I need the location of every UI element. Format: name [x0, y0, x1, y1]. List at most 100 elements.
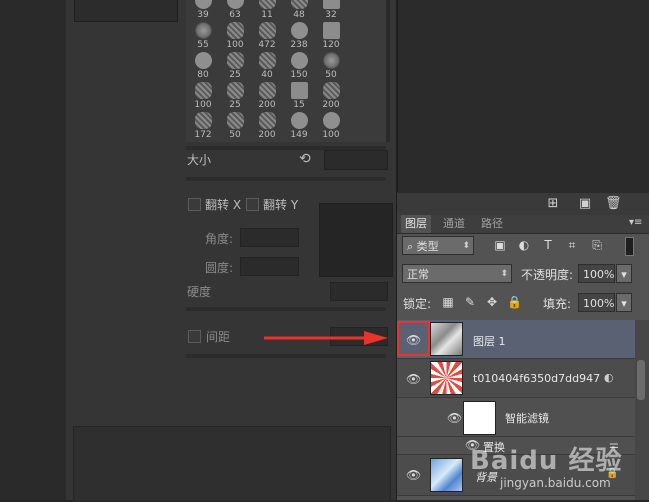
brush-tip[interactable]: 172 [187, 112, 219, 142]
brush-tip-shape-icon [291, 52, 308, 69]
brush-tip-shape-icon [259, 22, 276, 39]
filter-type-icon[interactable]: T [541, 238, 555, 252]
trash-icon[interactable]: 🗑 [605, 196, 622, 212]
brush-tip-size: 100 [322, 130, 340, 140]
brush-tip-size: 200 [322, 100, 340, 110]
filter-shape-icon[interactable]: ⌗ [565, 238, 579, 252]
brush-tip-shape-icon [227, 112, 244, 129]
brush-tip-shape-icon [259, 82, 276, 99]
new-layer-comp-icon[interactable]: ⊞ [545, 196, 561, 212]
filter-smart-object-icon[interactable]: ⎘ [590, 238, 604, 252]
brush-tip-size: 120 [322, 40, 340, 50]
camera-icon[interactable]: ▣ [577, 196, 593, 212]
hardness-slider[interactable] [186, 307, 386, 311]
brush-tip-shape-icon [259, 0, 276, 9]
brush-tip-size: 100 [194, 100, 212, 110]
opacity-label: 不透明度: [521, 268, 574, 282]
annotation-arrow-icon [264, 331, 388, 345]
filter-kind-dropdown[interactable]: ⌕ 类型 ⬍ [402, 236, 474, 255]
blend-mode-dropdown[interactable]: 正常 ⬍ [402, 264, 512, 283]
brush-tip-size: 50 [325, 70, 337, 80]
brush-preview-box [74, 0, 178, 22]
brush-tip[interactable]: 100 [315, 112, 347, 142]
flip-x-checkbox[interactable] [188, 198, 201, 211]
brush-tip-size: 50 [229, 130, 241, 140]
brush-tip-shape-icon [227, 52, 244, 69]
visibility-eye-icon[interactable]: 👁 [406, 372, 421, 386]
brush-tip-size: 15 [293, 100, 305, 110]
brush-tip-shape-icon [195, 82, 212, 99]
filter-toggle-switch[interactable] [625, 237, 634, 256]
brush-tip[interactable]: 50 [219, 112, 251, 142]
lock-all-icon[interactable]: 🔒 [507, 295, 522, 309]
search-icon: ⌕ [407, 240, 417, 253]
brush-tip-shape-icon [195, 0, 212, 9]
layer-row-smart-object[interactable]: 👁 t010404f6350d7dd947 ◐ [397, 359, 635, 398]
panel-footer-toolbar: ⊞ ▣ 🗑 [397, 193, 649, 215]
opacity-dropdown-button[interactable]: ▾ [616, 264, 632, 283]
chevron-down-icon: ▾ [621, 268, 627, 281]
canvas-edge [0, 0, 67, 500]
brush-tip-shape-icon [323, 22, 340, 39]
filter-kind-value: 类型 [416, 240, 439, 253]
filter-mask-thumbnail [463, 401, 496, 435]
layer-row-smart-filters[interactable]: 👁 智能滤镜 [397, 398, 635, 437]
tab-paths[interactable]: 路径 [477, 215, 507, 233]
panel-menu-icon[interactable]: ▾≡ [629, 217, 642, 228]
lock-transparent-icon[interactable]: ▦ [441, 295, 455, 309]
filter-adjustment-icon[interactable]: ◐ [517, 238, 531, 252]
brush-tip-shape-icon [323, 112, 340, 129]
brush-tip-shape-icon [195, 52, 212, 69]
brush-tip[interactable]: 200 [251, 112, 283, 142]
watermark-url: jingyan.baidu.com [500, 476, 611, 490]
lock-image-icon[interactable]: ✎ [463, 295, 477, 309]
brush-tip[interactable]: 149 [283, 112, 315, 142]
brush-tip-size: 40 [261, 70, 273, 80]
flip-x-label: 翻转 X [205, 198, 242, 212]
reset-size-icon[interactable]: ⟲ [299, 151, 311, 167]
size-field[interactable] [324, 150, 388, 170]
layer-name: t010404f6350d7dd947 [473, 372, 601, 385]
visibility-eye-icon[interactable]: 👁 [447, 411, 462, 425]
filter-pixel-icon[interactable]: ▣ [493, 238, 507, 252]
opacity-field[interactable]: 100% [578, 264, 615, 283]
hardness-field[interactable] [330, 282, 388, 301]
annotation-highlight-box [397, 321, 430, 356]
layer-thumbnail [430, 322, 463, 356]
flip-y-label: 翻转 Y [263, 198, 299, 212]
brush-tip-shape-icon [291, 0, 308, 9]
roundness-label: 圆度: [205, 261, 234, 275]
brush-tip-size: 149 [290, 130, 308, 140]
brush-settings-panel: 39 63 11 48 32 55 100 472 238 120 80 25 40 150 50 100 25… [66, 0, 397, 502]
brush-tip-shape-icon [323, 82, 340, 99]
visibility-eye-icon[interactable]: 👁 [406, 468, 421, 482]
lock-position-icon[interactable]: ✥ [485, 295, 499, 309]
layer-thumbnail [430, 458, 463, 492]
fill-dropdown-button[interactable]: ▾ [616, 293, 632, 312]
brush-tip-size: 172 [194, 130, 212, 140]
spacing-slider[interactable] [186, 354, 386, 358]
brush-tip-shape-icon [227, 22, 244, 39]
layer-row-layer1[interactable]: 👁 图层 1 [397, 320, 635, 359]
tab-channels[interactable]: 通道 [439, 215, 469, 233]
brush-angle-preview[interactable] [319, 203, 393, 277]
layer-name: 图层 1 [473, 335, 506, 348]
brush-tip-size: 150 [290, 70, 308, 80]
scrollbar-thumb[interactable] [637, 360, 645, 400]
fill-field[interactable]: 100% [578, 293, 615, 312]
tab-layers[interactable]: 图层 [401, 215, 431, 233]
brush-tip-grid[interactable]: 39 63 11 48 32 55 100 472 238 120 80 25 40 150 50 100 25… [186, 0, 390, 142]
brush-tip-shape-icon [227, 82, 244, 99]
layers-scrollbar[interactable] [635, 320, 649, 500]
roundness-field[interactable] [240, 257, 299, 276]
blend-mode-value: 正常 [407, 268, 429, 281]
brush-tip-size: 200 [258, 100, 276, 110]
brush-tip-size: 25 [229, 100, 241, 110]
spacing-checkbox[interactable] [188, 330, 201, 343]
angle-field[interactable] [240, 228, 299, 247]
flip-y-checkbox[interactable] [246, 198, 259, 211]
spacing-label: 间距 [206, 330, 231, 344]
brush-stroke-preview [73, 426, 391, 502]
size-slider[interactable] [186, 177, 386, 181]
watermark-logo: Baidu 经验 [470, 446, 623, 476]
